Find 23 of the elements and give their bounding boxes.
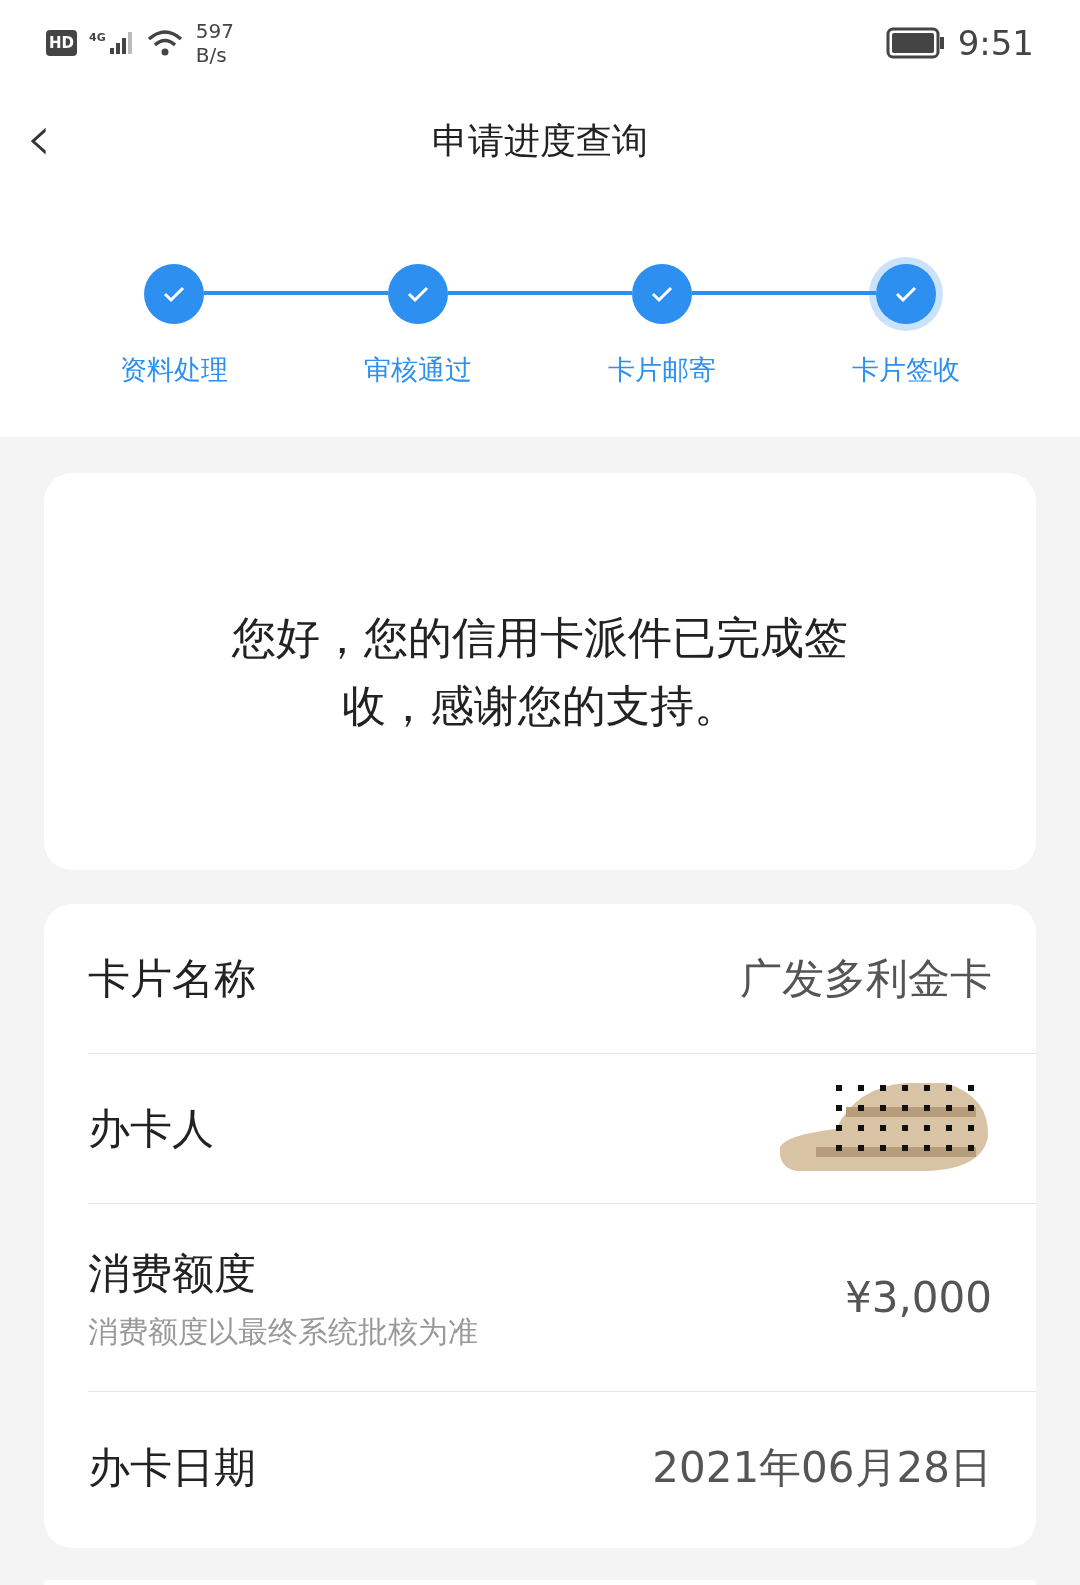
step-label: 审核通过 — [364, 353, 472, 387]
detail-value: 2021年06月28日 — [652, 1441, 992, 1494]
network-speed: 597 — [195, 19, 234, 43]
speed-unit: B/s — [195, 43, 228, 67]
battery-icon — [885, 27, 946, 59]
step-label: 资料处理 — [120, 353, 228, 387]
back-button[interactable]: ‹ — [26, 108, 52, 168]
detail-label: 消费额度 — [88, 1247, 257, 1300]
network-type: 4G — [89, 30, 106, 46]
status-message: 您好，您的信用卡派件已完成签收，感谢您的支持。 — [231, 610, 849, 733]
detail-note: 消费额度以最终系统批核为准 — [88, 1312, 478, 1351]
detail-value: 广发多利金卡 — [740, 953, 992, 1005]
step-label: 卡片签收 — [852, 353, 960, 387]
detail-value: ¥3,000 — [845, 1272, 992, 1324]
hd-badge: HD — [46, 30, 77, 56]
detail-label: 卡片名称 — [88, 953, 256, 1005]
detail-label: 办卡人 — [88, 1103, 214, 1155]
clock-time: 9:51 — [957, 21, 1034, 65]
signal-icon — [107, 30, 134, 56]
page-title: 申请进度查询 — [432, 119, 648, 163]
detail-label: 办卡日期 — [88, 1441, 256, 1494]
step-label: 卡片邮寄 — [608, 353, 716, 387]
wifi-icon — [145, 28, 184, 58]
